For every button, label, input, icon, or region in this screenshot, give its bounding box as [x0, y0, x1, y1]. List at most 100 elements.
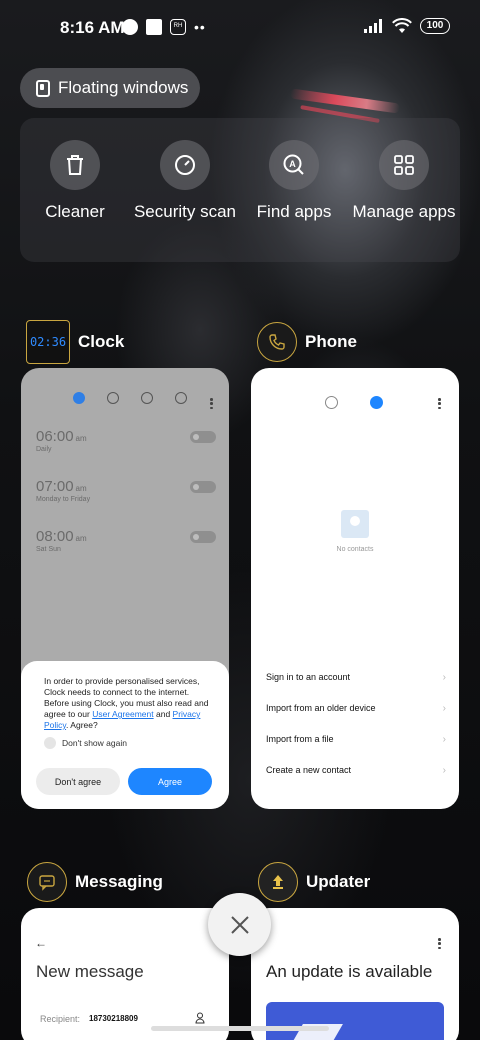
alarm-toggle[interactable] — [190, 431, 216, 443]
chevron-right-icon: › — [442, 672, 446, 683]
chevron-right-icon: › — [442, 765, 446, 776]
clear-all-button[interactable] — [208, 893, 271, 956]
consent-connector: and — [153, 709, 173, 719]
alarm-item[interactable]: 06:00 am Daily — [36, 428, 216, 453]
updater-app-icon — [258, 862, 298, 902]
consent-dialog: In order to provide personalised service… — [21, 661, 229, 809]
contact-picker-icon[interactable] — [195, 1012, 205, 1024]
option-label: Create a new contact — [266, 765, 352, 775]
contacts-tab-icon[interactable] — [370, 396, 383, 409]
alarm-repeat: Daily — [36, 446, 52, 453]
dont-show-again-label: Don't show again — [62, 738, 127, 748]
alarm-ampm: am — [75, 484, 87, 493]
app-name: Clock — [78, 332, 125, 351]
alarm-ampm: am — [75, 434, 87, 443]
agree-button[interactable]: Agree — [128, 768, 212, 795]
app-notification-icon — [146, 19, 162, 35]
consent-question: . Agree? — [66, 720, 98, 730]
recipient-field[interactable]: 18730218809 — [89, 1014, 138, 1023]
more-options-icon[interactable] — [438, 398, 441, 409]
recipient-label: Recipient: — [40, 1014, 81, 1024]
clock-tabs — [73, 392, 187, 404]
chevron-right-icon: › — [442, 734, 446, 745]
system-status-icons: 100 — [364, 18, 450, 34]
floating-windows-button[interactable]: Floating windows — [20, 68, 200, 108]
alarm-item[interactable]: 08:00 am Sat Sun — [36, 528, 216, 553]
status-time: 8:16 AM — [60, 18, 125, 37]
alarm-time-value: 06:00 — [36, 428, 74, 445]
tool-icon-bg — [379, 140, 429, 190]
update-title: An update is available — [266, 962, 433, 981]
close-icon — [230, 915, 249, 934]
floating-window-icon — [36, 79, 50, 97]
battery-indicator: 100 — [420, 18, 450, 34]
svg-text:A: A — [289, 159, 296, 169]
phone-app-header[interactable]: Phone — [257, 322, 357, 362]
more-options-icon[interactable] — [438, 938, 441, 949]
timer-tab-icon[interactable] — [175, 392, 187, 404]
more-options-icon[interactable] — [210, 398, 213, 409]
wifi-icon — [392, 18, 412, 33]
cleaner-button[interactable]: Cleaner — [20, 140, 130, 222]
alarm-toggle[interactable] — [190, 481, 216, 493]
home-indicator[interactable] — [151, 1026, 329, 1031]
user-agreement-link[interactable]: User Agreement — [92, 709, 153, 719]
quick-tools-panel: Cleaner Security scan A Find apps Manage… — [20, 118, 460, 262]
create-contact-option[interactable]: Create a new contact › — [266, 765, 446, 776]
alarm-time-value: 07:00 — [36, 478, 74, 495]
phone-app-icon — [257, 322, 297, 362]
more-notifications-icon: •• — [194, 19, 206, 35]
option-label: Import from an older device — [266, 703, 376, 713]
tool-label: Find apps — [256, 202, 332, 221]
update-banner-image — [266, 1002, 444, 1040]
new-message-title: New message — [36, 962, 144, 981]
alarm-time: 06:00 am — [36, 428, 216, 445]
phone-app-card[interactable]: No contacts Sign in to an account › Impor… — [251, 368, 459, 809]
messaging-app-card[interactable]: ← New message Recipient: 18730218809 — [21, 908, 229, 1040]
stopwatch-tab-icon[interactable] — [141, 392, 153, 404]
contact-placeholder-icon — [341, 510, 369, 538]
recents-tab-icon[interactable] — [325, 396, 338, 409]
notification-icons: RH •• — [122, 19, 206, 35]
alarm-tab-icon[interactable] — [73, 392, 85, 404]
trash-icon — [67, 155, 83, 175]
tool-label: Manage apps — [352, 202, 456, 221]
app-name: Phone — [305, 332, 357, 351]
tool-icon-bg: A — [269, 140, 319, 190]
dont-agree-button[interactable]: Don't agree — [36, 768, 120, 795]
consent-buttons: Don't agree Agree — [36, 768, 212, 795]
alarm-item[interactable]: 07:00 am Monday to Friday — [36, 478, 216, 503]
alarm-toggle[interactable] — [190, 531, 216, 543]
app-name: Updater — [306, 872, 371, 891]
chevron-right-icon: › — [442, 703, 446, 714]
updater-app-card[interactable]: An update is available — [251, 908, 459, 1040]
tool-label: Security scan — [133, 202, 237, 221]
consent-text: In order to provide personalised service… — [44, 676, 214, 731]
import-file-option[interactable]: Import from a file › — [266, 734, 446, 745]
alarm-time: 08:00 am — [36, 528, 216, 545]
speedometer-icon — [175, 155, 195, 175]
dont-show-again-row[interactable]: Don't show again — [44, 737, 214, 749]
floating-windows-label: Floating windows — [58, 78, 189, 97]
import-older-device-option[interactable]: Import from an older device › — [266, 703, 446, 714]
clock-app-icon: 02:36 — [26, 320, 70, 364]
clock-app-header[interactable]: 02:36 Clock — [26, 320, 124, 364]
app-notification-icon — [122, 19, 138, 35]
signal-icon — [364, 19, 382, 33]
app-name: Messaging — [75, 872, 163, 891]
find-apps-button[interactable]: A Find apps — [239, 140, 349, 222]
world-clock-tab-icon[interactable] — [107, 392, 119, 404]
clock-app-card[interactable]: 06:00 am Daily 07:00 am Monday to Friday 0… — [21, 368, 229, 809]
back-arrow-icon[interactable]: ← — [35, 936, 47, 950]
option-label: Import from a file — [266, 734, 334, 744]
manage-apps-button[interactable]: Manage apps — [349, 140, 459, 222]
sign-in-option[interactable]: Sign in to an account › — [266, 672, 446, 683]
empty-state: No contacts — [251, 510, 459, 553]
updater-app-header[interactable]: Updater — [258, 862, 370, 902]
messaging-app-header[interactable]: Messaging — [27, 862, 163, 902]
alarm-time: 07:00 am — [36, 478, 216, 495]
dont-show-again-checkbox[interactable] — [44, 737, 56, 749]
alarm-ampm: am — [75, 534, 87, 543]
find-apps-icon: A — [283, 154, 304, 175]
security-scan-button[interactable]: Security scan — [130, 140, 240, 222]
